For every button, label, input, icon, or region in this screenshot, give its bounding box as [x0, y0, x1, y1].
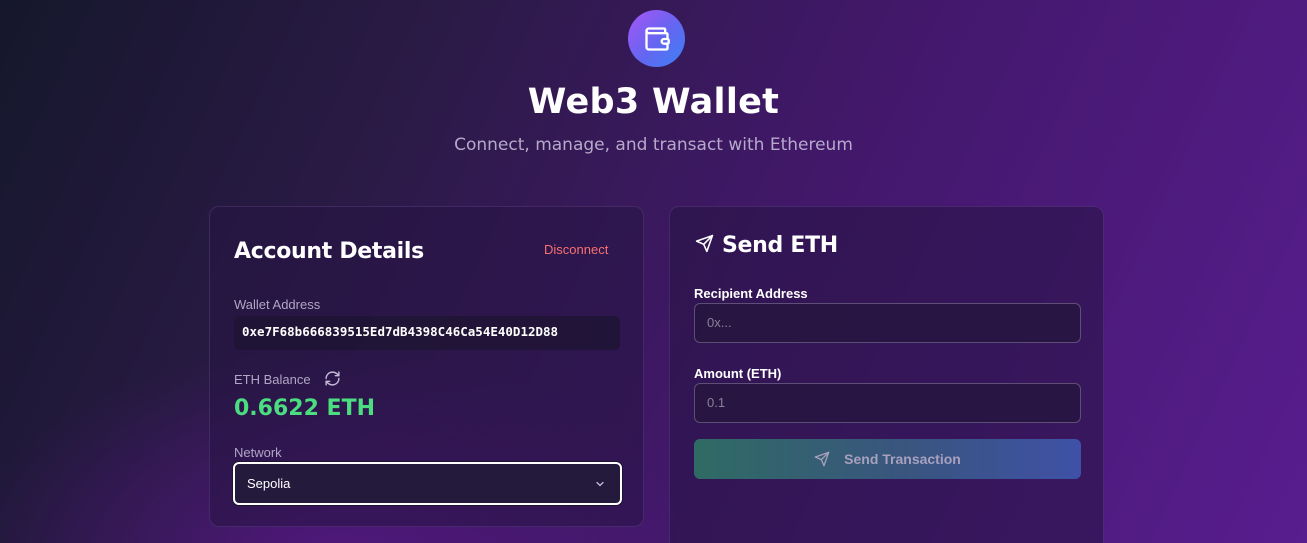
- send-transaction-button[interactable]: Send Transaction: [694, 439, 1081, 479]
- account-details-title: Account Details: [234, 239, 424, 264]
- page-title: Web3 Wallet: [527, 82, 780, 122]
- recipient-address-label: Recipient Address: [694, 286, 808, 301]
- account-details-card: Account Details Disconnect Wallet Addres…: [209, 206, 644, 527]
- recipient-address-placeholder: 0x...: [707, 315, 732, 330]
- wallet-icon: [644, 26, 670, 51]
- network-select-value: Sepolia: [247, 476, 291, 491]
- send-eth-card: Send ETH Recipient Address 0x... Amount …: [669, 206, 1104, 543]
- send-icon: [695, 234, 714, 253]
- disconnect-button[interactable]: Disconnect: [544, 242, 608, 257]
- send-transaction-label: Send Transaction: [844, 451, 961, 467]
- amount-label: Amount (ETH): [694, 366, 782, 381]
- amount-placeholder: 0.1: [707, 395, 726, 410]
- chevron-down-icon: [596, 481, 604, 487]
- wallet-address-label: Wallet Address: [234, 297, 321, 312]
- page-subtitle: Connect, manage, and transact with Ether…: [454, 135, 853, 155]
- wallet-address-value: 0xe7F68b666839515Ed7dB4398C46Ca54E40D12D…: [234, 316, 620, 350]
- send-icon: [814, 451, 830, 467]
- wallet-logo: [628, 10, 685, 67]
- eth-balance-label: ETH Balance: [234, 372, 311, 387]
- eth-balance-value: 0.6622 ETH: [234, 396, 376, 421]
- network-select[interactable]: Sepolia: [233, 462, 622, 505]
- amount-input[interactable]: 0.1: [694, 383, 1081, 423]
- recipient-address-input[interactable]: 0x...: [694, 303, 1081, 343]
- send-eth-title: Send ETH: [722, 233, 838, 258]
- refresh-icon[interactable]: [324, 370, 341, 387]
- network-label: Network: [234, 445, 282, 460]
